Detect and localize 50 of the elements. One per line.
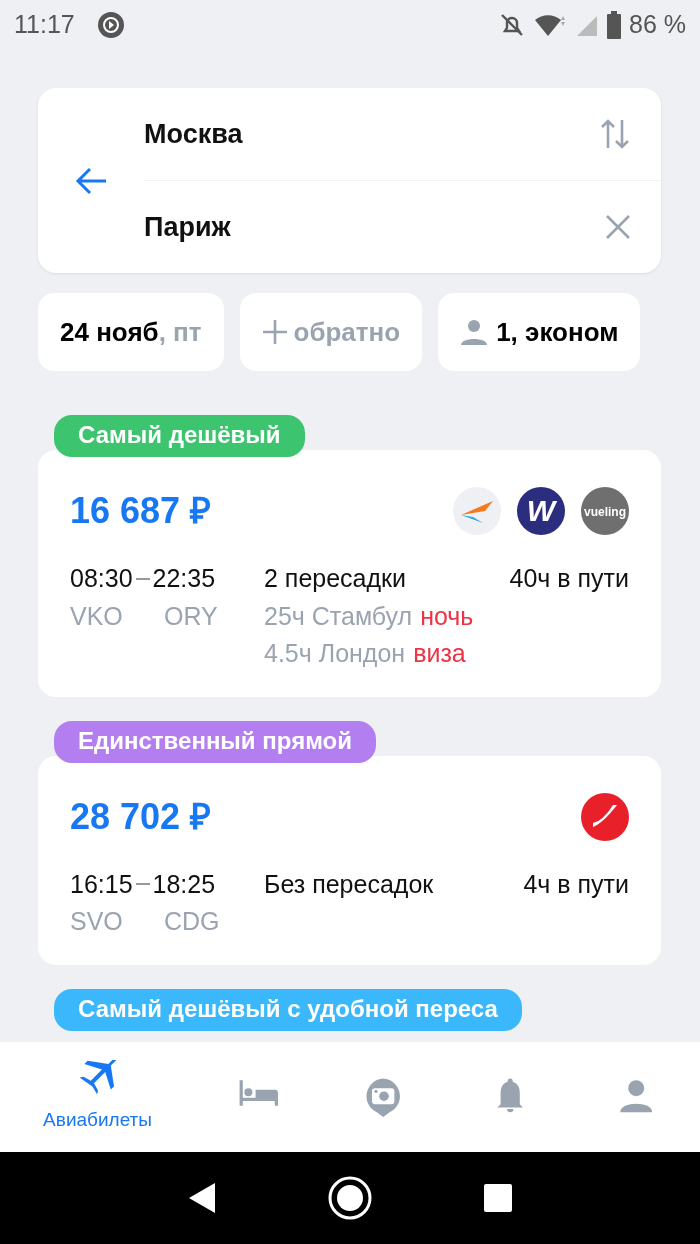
offer-card[interactable]: 16 687 ₽ W vueling 08:30 22:35 VKO ORY 2 пересадки 40ч в пути 25ч Стамбул ночь 4.5ч Лондон виза — [38, 450, 661, 697]
arrival-time: 22:35 — [152, 563, 216, 594]
destination-city-field[interactable]: Париж — [144, 206, 231, 248]
plus-icon — [261, 319, 288, 345]
person-icon — [460, 319, 489, 345]
date-text: 24 нояб — [60, 315, 159, 349]
origin-city-field[interactable]: Москва — [144, 113, 243, 155]
airport-code: ORY — [164, 600, 218, 632]
duration-text: 40ч в пути — [509, 563, 629, 594]
back-arrow-icon — [74, 165, 108, 196]
passengers-text: 1, эконом — [496, 315, 619, 349]
close-icon[interactable] — [605, 214, 631, 240]
stopover-warning: виза — [413, 638, 466, 669]
swap-icon[interactable] — [599, 118, 631, 150]
stopover-text: 25ч Стамбул — [264, 600, 413, 632]
duration-text: 4ч в пути — [523, 868, 629, 900]
date-chip[interactable]: 24 нояб, пт — [38, 293, 224, 371]
flights-tab[interactable]: Авиабилеты — [43, 1059, 152, 1135]
transfers-text: Без пересадок — [264, 868, 434, 900]
airport-code: VKO — [70, 600, 124, 632]
airline-logo — [581, 792, 629, 841]
arrival-time: 18:25 — [152, 868, 216, 900]
return-text: обратно — [293, 315, 401, 349]
price: 16 687 ₽ — [70, 489, 212, 533]
airport-code: SVO — [70, 906, 124, 937]
airline-logo: W — [517, 487, 565, 535]
wifi-icon — [533, 12, 567, 38]
battery-percent: 86 % — [629, 9, 686, 41]
offer-card[interactable]: 28 702 ₽ 16:15 18:25 SVO CDG Без пересадок 4ч в пути — [38, 755, 661, 965]
clock: 11:17 — [14, 9, 75, 41]
offer-tag: Самый дешёвый с удобной переса — [54, 988, 522, 1031]
back-icon[interactable] — [187, 1181, 217, 1215]
offer-tag: Самый дешёвый — [54, 415, 305, 457]
home-icon[interactable] — [327, 1175, 373, 1221]
departure-time: 08:30 — [70, 563, 133, 594]
passengers-chip[interactable]: 1, эконом — [438, 293, 641, 371]
muted-bell-icon — [499, 12, 525, 38]
airline-logo: vueling — [581, 487, 629, 535]
battery-icon — [607, 11, 621, 39]
weekday-text: , пт — [158, 315, 202, 349]
departure-time: 16:15 — [70, 868, 133, 900]
airport-code: CDG — [164, 906, 220, 937]
stopover-text: 4.5ч Лондон — [264, 638, 406, 669]
price: 28 702 ₽ — [70, 794, 212, 839]
play-icon — [96, 11, 125, 39]
airline-logo — [453, 487, 501, 535]
stopover-warning: ночь — [420, 600, 474, 632]
transfers-text: 2 пересадки — [264, 563, 406, 594]
offer-tag: Единственный прямой — [54, 720, 376, 763]
recents-icon[interactable] — [483, 1183, 513, 1213]
